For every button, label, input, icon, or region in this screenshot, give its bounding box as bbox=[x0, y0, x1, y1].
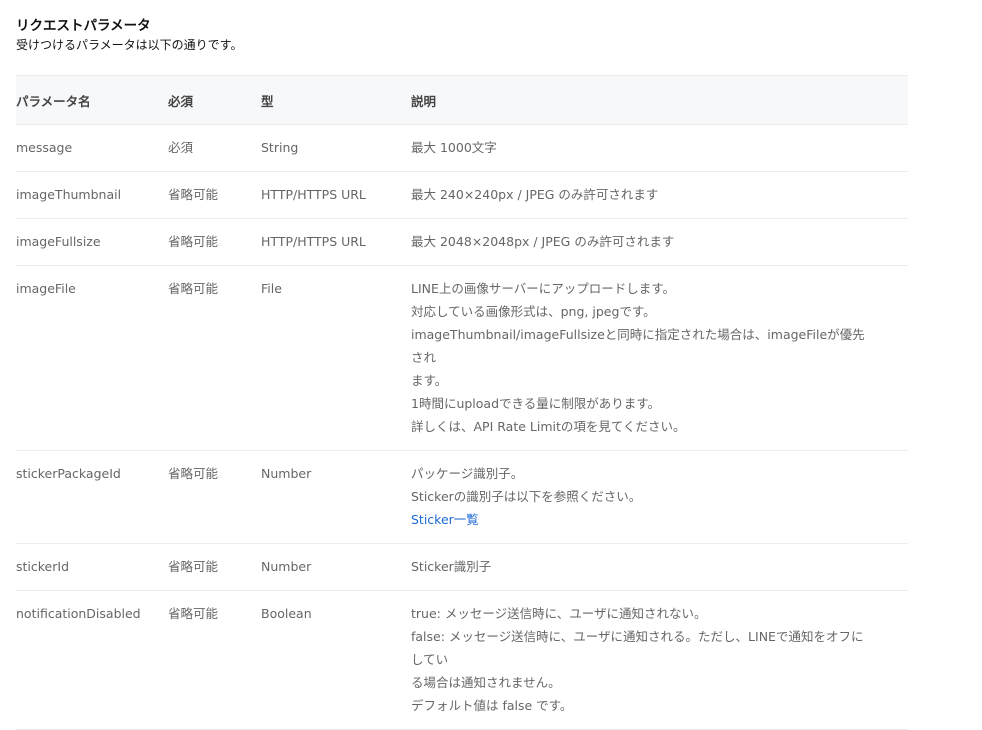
sticker-list-link[interactable]: Sticker一覧 bbox=[411, 508, 872, 531]
section-title: リクエストパラメータ bbox=[16, 18, 151, 34]
param-type: Boolean bbox=[261, 590, 411, 730]
param-required: 省略可能 bbox=[168, 450, 261, 544]
param-name: stickerPackageId bbox=[16, 450, 168, 544]
description-line: 対応している画像形式は、png, jpegです。 bbox=[411, 304, 656, 319]
table-row: imageFile 省略可能 File LINE上の画像サーバーにアップロードし… bbox=[16, 265, 908, 451]
param-type: File bbox=[261, 265, 411, 451]
param-type: Number bbox=[261, 450, 411, 544]
header-type: 型 bbox=[261, 75, 411, 125]
param-description: パッケージ識別子。 Stickerの識別子は以下を参照ください。 Sticker… bbox=[411, 450, 908, 544]
description-line: 1時間にuploadできる量に制限があります。 bbox=[411, 396, 661, 411]
description-line: LINE上の画像サーバーにアップロードします。 bbox=[411, 281, 676, 296]
param-type: HTTP/HTTPS URL bbox=[261, 171, 411, 219]
param-required: 必須 bbox=[168, 124, 261, 172]
header-description: 説明 bbox=[411, 75, 908, 125]
description-line: Sticker識別子 bbox=[411, 559, 492, 574]
table-header-row: パラメータ名 必須 型 説明 bbox=[16, 75, 908, 125]
header-required: 必須 bbox=[168, 75, 261, 125]
description-line: る場合は通知されません。 bbox=[411, 675, 561, 690]
param-type: HTTP/HTTPS URL bbox=[261, 218, 411, 266]
table-row: stickerPackageId 省略可能 Number パッケージ識別子。 S… bbox=[16, 450, 908, 544]
param-description: 最大 1000文字 bbox=[411, 124, 908, 172]
param-description: 最大 2048×2048px / JPEG のみ許可されます bbox=[411, 218, 908, 266]
description-line: imageThumbnail/imageFullsizeと同時に指定された場合は… bbox=[411, 327, 865, 365]
description-line: 詳しくは、API Rate Limitの項を見てください。 bbox=[411, 419, 686, 434]
param-name: imageFullsize bbox=[16, 218, 168, 266]
param-description: LINE上の画像サーバーにアップロードします。 対応している画像形式は、png,… bbox=[411, 265, 908, 451]
description-line: false: メッセージ送信時に、ユーザに通知される。ただし、LINEで通知をオ… bbox=[411, 629, 864, 667]
param-description: 最大 240×240px / JPEG のみ許可されます bbox=[411, 171, 908, 219]
param-name: stickerId bbox=[16, 543, 168, 591]
param-description: Sticker識別子 bbox=[411, 543, 908, 591]
param-required: 省略可能 bbox=[168, 543, 261, 591]
param-type: String bbox=[261, 124, 411, 172]
description-line: ます。 bbox=[411, 373, 448, 388]
param-required: 省略可能 bbox=[168, 171, 261, 219]
table-row: stickerId 省略可能 Number Sticker識別子 bbox=[16, 543, 908, 591]
param-name: imageFile bbox=[16, 265, 168, 451]
table-row: imageFullsize 省略可能 HTTP/HTTPS URL 最大 204… bbox=[16, 218, 908, 266]
description-line: 最大 2048×2048px / JPEG のみ許可されます bbox=[411, 234, 675, 249]
section-description: 受けつけるパラメータは以下の通りです。 bbox=[16, 38, 243, 52]
parameters-table: パラメータ名 必須 型 説明 message 必須 String 最大 1000… bbox=[16, 75, 908, 730]
table-row: imageThumbnail 省略可能 HTTP/HTTPS URL 最大 24… bbox=[16, 171, 908, 219]
description-line: パッケージ識別子。 bbox=[411, 466, 524, 481]
description-line: Stickerの識別子は以下を参照ください。 bbox=[411, 489, 642, 504]
description-line: デフォルト値は false です。 bbox=[411, 698, 573, 713]
header-param-name: パラメータ名 bbox=[16, 75, 168, 125]
param-required: 省略可能 bbox=[168, 265, 261, 451]
param-required: 省略可能 bbox=[168, 218, 261, 266]
param-type: Number bbox=[261, 543, 411, 591]
description-line: 最大 1000文字 bbox=[411, 140, 497, 155]
table-row: message 必須 String 最大 1000文字 bbox=[16, 124, 908, 172]
table-row: notificationDisabled 省略可能 Boolean true: … bbox=[16, 590, 908, 730]
param-name: imageThumbnail bbox=[16, 171, 168, 219]
param-name: message bbox=[16, 124, 168, 172]
param-required: 省略可能 bbox=[168, 590, 261, 730]
request-parameters-section: リクエストパラメータ 受けつけるパラメータは以下の通りです。 パラメータ名 必須… bbox=[16, 16, 908, 730]
param-name: notificationDisabled bbox=[16, 590, 168, 730]
description-line: true: メッセージ送信時に、ユーザに通知されない。 bbox=[411, 606, 707, 621]
param-description: true: メッセージ送信時に、ユーザに通知されない。 false: メッセージ… bbox=[411, 590, 908, 730]
description-line: 最大 240×240px / JPEG のみ許可されます bbox=[411, 187, 659, 202]
